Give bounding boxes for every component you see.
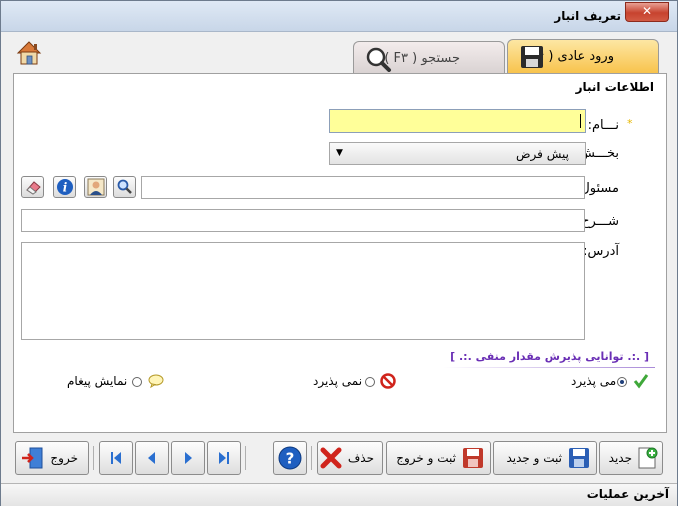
- search-icon: [117, 179, 132, 194]
- status-bar: آخرین عملیات: [1, 483, 677, 506]
- delete-x-icon: [320, 447, 342, 469]
- magnifier-icon: [366, 47, 391, 72]
- svg-text:?: ?: [286, 450, 295, 468]
- new-button[interactable]: جدید: [599, 441, 663, 475]
- select-person-button[interactable]: [84, 176, 107, 198]
- info-icon: i: [56, 179, 73, 195]
- message-bubble-icon: [148, 374, 164, 388]
- last-icon: [219, 452, 229, 464]
- required-marker: *: [627, 117, 633, 130]
- save-new-button[interactable]: ثبت و جدید: [493, 441, 597, 475]
- radio-show-message[interactable]: [132, 377, 142, 387]
- toolbar-separator: [311, 446, 312, 470]
- delete-button-label: حذف: [347, 451, 374, 465]
- window-title: تعریف انبار: [554, 9, 621, 23]
- tab-search-label: جستجو ( F۳ ): [384, 51, 460, 66]
- section-title: اطلاعات انبار: [575, 80, 654, 94]
- address-textarea[interactable]: [21, 242, 585, 340]
- help-button[interactable]: ?: [273, 441, 307, 475]
- exit-button-label: خروج: [50, 451, 78, 465]
- name-input[interactable]: [329, 109, 586, 133]
- next-icon: [185, 452, 192, 464]
- toolbar-separator: [93, 446, 94, 470]
- person-icon: [87, 178, 104, 196]
- check-icon: [633, 374, 649, 389]
- text-caret: [580, 114, 581, 128]
- svg-text:i: i: [62, 181, 67, 195]
- close-icon: ✕: [641, 4, 653, 18]
- radio-rejects-label: نمی پذیرد: [313, 374, 363, 388]
- divider: [443, 367, 655, 368]
- first-icon: [111, 452, 121, 464]
- title-bar: تعریف انبار ✕: [1, 1, 677, 32]
- save-new-button-label: ثبت و جدید: [506, 451, 562, 465]
- last-record-button[interactable]: [207, 441, 241, 475]
- section-select-value: پیش فرض: [516, 147, 569, 161]
- previous-record-button[interactable]: [135, 441, 169, 475]
- new-button-label: جدید: [608, 451, 632, 465]
- tab-normal-entry[interactable]: ورود عادی ( F۴ ): [507, 39, 659, 74]
- window: تعریف انبار ✕ ورود عادی ( F۴ ) جستجو ( F…: [0, 0, 678, 506]
- previous-icon: [148, 452, 155, 464]
- negative-quantity-title: [ .:. توانایی پذیرش مقدار منفی .:. ]: [450, 350, 649, 363]
- description-input[interactable]: [21, 209, 585, 232]
- eraser-icon: [25, 181, 41, 195]
- forbidden-icon: [380, 373, 396, 389]
- home-icon[interactable]: [15, 39, 43, 67]
- name-label: نـــام:: [587, 118, 619, 133]
- section-select[interactable]: پیش فرض ▼: [329, 142, 586, 165]
- tab-search[interactable]: جستجو ( F۳ ): [353, 41, 505, 74]
- exit-door-icon: [22, 447, 43, 469]
- first-record-button[interactable]: [99, 441, 133, 475]
- radio-accepts[interactable]: [617, 377, 627, 387]
- clear-button[interactable]: [21, 176, 44, 198]
- save-icon: [569, 448, 589, 468]
- radio-accepts-label: می پذیرد: [571, 374, 617, 388]
- search-person-button[interactable]: [113, 176, 136, 198]
- exit-button[interactable]: خروج: [15, 441, 89, 475]
- save-exit-button[interactable]: ثبت و خروج: [386, 441, 491, 475]
- next-record-button[interactable]: [171, 441, 205, 475]
- save-exit-button-label: ثبت و خروج: [396, 451, 456, 465]
- new-document-icon: [638, 447, 658, 469]
- save-disk-icon: [521, 46, 543, 68]
- help-icon: ?: [278, 446, 302, 470]
- delete-button[interactable]: حذف: [317, 441, 383, 475]
- dropdown-arrow-icon: ▼: [336, 148, 343, 158]
- info-button[interactable]: i: [53, 176, 76, 198]
- radio-show-message-label: نمایش پیغام: [67, 374, 128, 388]
- save-close-icon: [463, 448, 483, 468]
- close-button[interactable]: ✕: [625, 2, 669, 22]
- responsible-input[interactable]: [141, 176, 585, 199]
- address-label: آدرس:: [583, 244, 619, 259]
- toolbar-separator: [245, 446, 246, 470]
- status-text: آخرین عملیات: [586, 487, 669, 501]
- radio-rejects[interactable]: [365, 377, 375, 387]
